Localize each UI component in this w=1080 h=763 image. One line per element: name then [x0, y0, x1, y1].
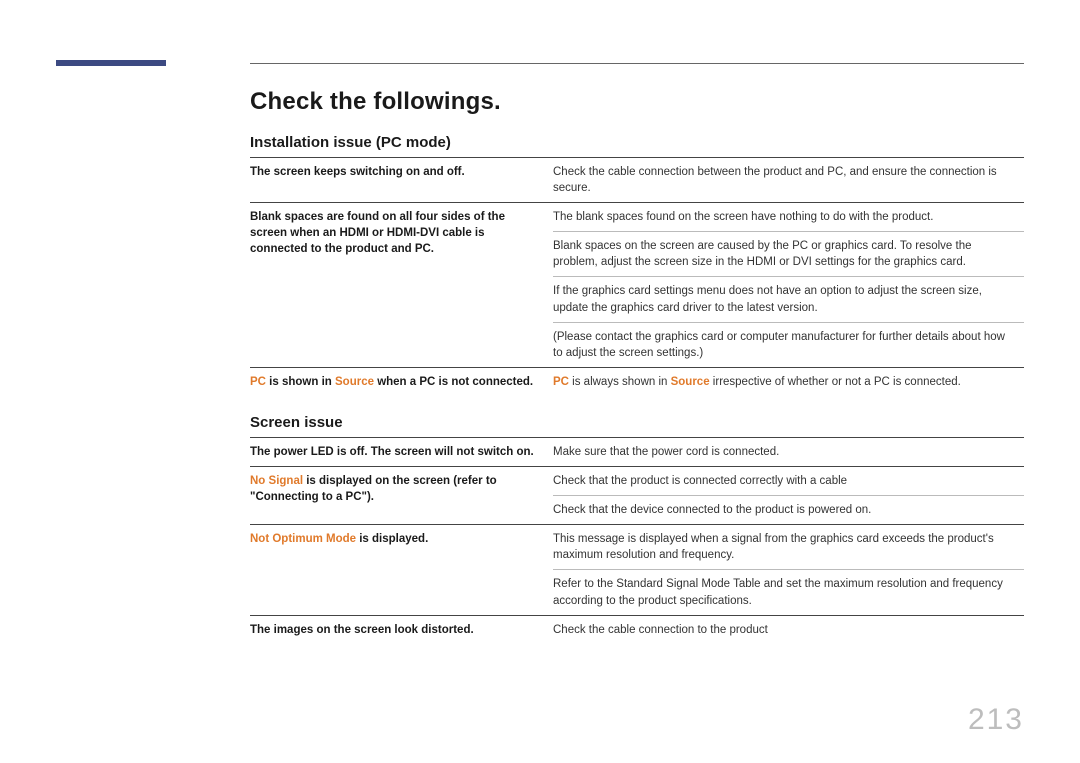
solution-cell: Check that the product is connected corr…: [553, 467, 1024, 496]
content-area: Check the followings. Installation issue…: [250, 88, 1024, 644]
table-row: The power LED is off. The screen will no…: [250, 437, 1024, 466]
issue-cell: PC is shown in Source when a PC is not c…: [250, 367, 553, 396]
highlight-text: No Signal: [250, 475, 303, 487]
highlight-text: PC: [553, 376, 569, 388]
issue-cell: Not Optimum Mode is displayed.: [250, 525, 553, 615]
table-row: PC is shown in Source when a PC is not c…: [250, 367, 1024, 396]
issue-cell: The power LED is off. The screen will no…: [250, 437, 553, 466]
section2-title: Screen issue: [250, 414, 1024, 431]
text: when a PC is not connected.: [374, 376, 533, 388]
section2-table: The power LED is off. The screen will no…: [250, 437, 1024, 644]
table-row: The images on the screen look distorted.…: [250, 615, 1024, 644]
page-heading: Check the followings.: [250, 88, 1024, 116]
highlight-text: Source: [671, 376, 710, 388]
section1-title: Installation issue (PC mode): [250, 134, 1024, 151]
section1-table: The screen keeps switching on and off. C…: [250, 157, 1024, 396]
highlight-text: Source: [335, 376, 374, 388]
solution-cell: Blank spaces on the screen are caused by…: [553, 232, 1024, 277]
solution-cell: Refer to the Standard Signal Mode Table …: [553, 570, 1024, 615]
document-page: Check the followings. Installation issue…: [0, 0, 1080, 763]
solution-cell: (Please contact the graphics card or com…: [553, 322, 1024, 367]
highlight-text: PC: [250, 376, 266, 388]
table-row: The screen keeps switching on and off. C…: [250, 158, 1024, 203]
table-row: No Signal is displayed on the screen (re…: [250, 467, 1024, 496]
solution-cell: This message is displayed when a signal …: [553, 525, 1024, 570]
header-rule: [250, 63, 1024, 64]
issue-cell: The screen keeps switching on and off.: [250, 158, 553, 203]
solution-cell: Check the cable connection between the p…: [553, 158, 1024, 203]
issue-cell: Blank spaces are found on all four sides…: [250, 203, 553, 368]
issue-cell: The images on the screen look distorted.: [250, 615, 553, 644]
table-row: Not Optimum Mode is displayed. This mess…: [250, 525, 1024, 570]
text: irrespective of whether or not a PC is c…: [710, 376, 961, 388]
solution-cell: PC is always shown in Source irrespectiv…: [553, 367, 1024, 396]
solution-cell: The blank spaces found on the screen hav…: [553, 203, 1024, 232]
solution-cell: Check that the device connected to the p…: [553, 496, 1024, 525]
highlight-text: Not Optimum Mode: [250, 533, 356, 545]
solution-cell: Check the cable connection to the produc…: [553, 615, 1024, 644]
issue-cell: No Signal is displayed on the screen (re…: [250, 467, 553, 525]
page-number: 213: [968, 703, 1024, 737]
solution-cell: Make sure that the power cord is connect…: [553, 437, 1024, 466]
text: is always shown in: [569, 376, 671, 388]
text: is shown in: [266, 376, 335, 388]
header-accent-bar: [56, 60, 166, 66]
table-row: Blank spaces are found on all four sides…: [250, 203, 1024, 232]
text: is displayed.: [356, 533, 428, 545]
solution-cell: If the graphics card settings menu does …: [553, 277, 1024, 322]
